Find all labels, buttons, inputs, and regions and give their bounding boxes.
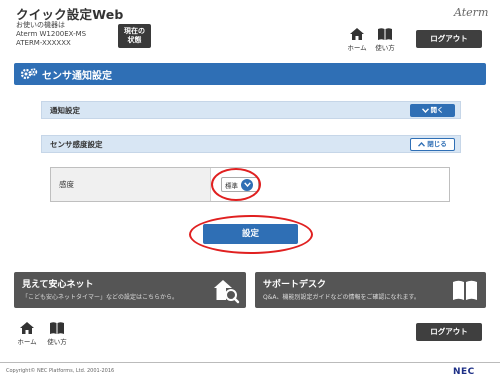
home-icon — [350, 28, 364, 40]
chevron-down-icon — [421, 108, 429, 113]
mieteanshin-banner[interactable]: 見えて安心ネット 「こども安心ネットタイマー」などの設定はこちらから。 — [14, 272, 246, 308]
support-desk-banner[interactable]: サポートデスク Q&A、機能別設定ガイドなどの情報をご確認になれます。 — [255, 272, 486, 308]
home-search-icon — [214, 280, 240, 304]
home-label: ホーム — [347, 44, 367, 52]
aterm-brand-logo: Aterm — [454, 6, 489, 19]
sensitivity-settings-bar[interactable]: センサ感度設定 閉じる — [41, 135, 461, 153]
status-button-line1: 現在の — [124, 27, 145, 35]
footer-howto-button[interactable]: 使い方 — [44, 321, 70, 346]
notify-settings-bar[interactable]: 通知設定 開く — [41, 101, 461, 119]
sensitivity-close-button[interactable]: 閉じる — [410, 138, 455, 151]
footer-home-button[interactable]: ホーム — [14, 321, 40, 346]
logout-button[interactable]: ログアウト — [416, 30, 482, 48]
nec-logo: NEC — [453, 367, 475, 377]
page-title: センサ通知設定 — [42, 70, 112, 82]
home-icon — [20, 322, 34, 334]
howto-label: 使い方 — [375, 44, 395, 52]
footer-home-label: ホーム — [17, 338, 37, 346]
sensitivity-settings-label: センサ感度設定 — [50, 139, 103, 149]
close-label: 閉じる — [427, 140, 447, 148]
howto-nav-button[interactable]: 使い方 — [372, 27, 398, 52]
device-info-line1: お使いの機器は — [16, 21, 65, 29]
book-icon — [50, 322, 64, 334]
footer-divider — [0, 362, 500, 363]
banner-right-desc: Q&A、機能別設定ガイドなどの情報をご確認になれます。 — [263, 294, 420, 301]
device-model: Aterm W1200EX-MS — [16, 30, 87, 38]
highlight-circle-select — [211, 168, 261, 201]
chevron-up-icon — [418, 142, 426, 147]
device-name: ATERM-XXXXXX — [16, 39, 71, 47]
gear-icon — [20, 68, 38, 80]
sensitivity-label: 感度 — [51, 168, 211, 201]
notify-settings-label: 通知設定 — [50, 105, 80, 115]
header: クイック設定Web お使いの機器は Aterm W1200EX-MS ATERM… — [0, 0, 500, 55]
open-label: 開く — [430, 106, 444, 114]
copyright: Copyright© NEC Platforms, Ltd. 2001-2016 — [6, 368, 115, 374]
book-icon — [378, 28, 392, 40]
home-nav-button[interactable]: ホーム — [344, 27, 370, 52]
footer-logout-button[interactable]: ログアウト — [416, 323, 482, 341]
book-icon — [453, 280, 477, 300]
banner-right-title: サポートデスク — [263, 280, 327, 290]
notify-open-button[interactable]: 開く — [410, 104, 455, 117]
device-info: お使いの機器は Aterm W1200EX-MS ATERM-XXXXXX — [16, 21, 86, 48]
highlight-circle-submit — [189, 215, 313, 254]
page-title-bar: センサ通知設定 — [14, 63, 486, 85]
status-button-line2: 状態 — [127, 36, 142, 44]
footer-howto-label: 使い方 — [47, 338, 67, 346]
banner-left-title: 見えて安心ネット — [22, 280, 94, 290]
banner-left-desc: 「こども安心ネットタイマー」などの設定はこちらから。 — [22, 294, 179, 301]
current-status-button[interactable]: 現在の 状態 — [118, 24, 151, 48]
